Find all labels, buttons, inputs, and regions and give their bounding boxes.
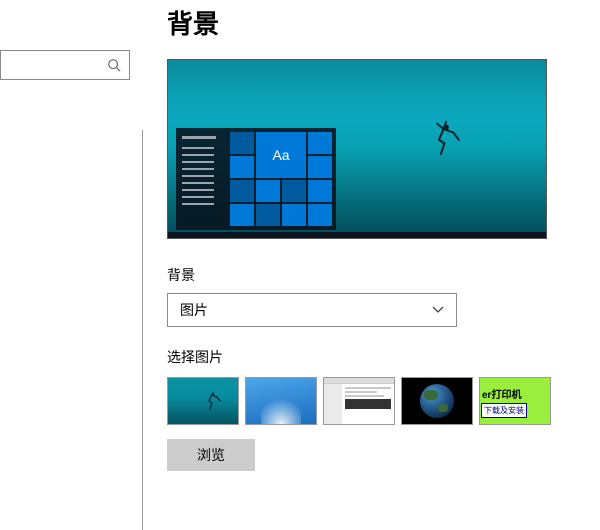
thumbnail-text-1: er打印机 (482, 386, 548, 401)
settings-sidebar (0, 0, 142, 517)
thumbnail-earth[interactable] (401, 377, 473, 425)
page-title: 背景 (167, 4, 576, 41)
search-icon (107, 58, 121, 72)
search-input[interactable] (0, 50, 130, 80)
thumbnail-document[interactable] (323, 377, 395, 425)
desktop-preview: Aa (167, 59, 547, 239)
swimmer-icon (204, 390, 224, 410)
background-label: 背景 (167, 265, 576, 285)
thumbnail-text-2: 下载及安装 (482, 404, 526, 417)
browse-button[interactable]: 浏览 (167, 439, 255, 471)
thumbnail-printer-ad[interactable]: er打印机 下载及安装 (479, 377, 551, 425)
swimmer-icon (430, 120, 466, 156)
start-preview: Aa (176, 128, 336, 230)
background-type-dropdown[interactable]: 图片 (167, 293, 457, 327)
tile-aa: Aa (256, 132, 306, 178)
chevron-down-icon (432, 306, 444, 314)
choose-picture-label: 选择图片 (167, 347, 576, 367)
earth-icon (420, 384, 454, 418)
dropdown-value: 图片 (180, 300, 208, 320)
picture-thumbnails: er打印机 下载及安装 (167, 377, 576, 425)
main-content: 背景 Aa (143, 0, 600, 517)
thumbnail-underwater[interactable] (167, 377, 239, 425)
thumbnail-windows-light[interactable] (245, 377, 317, 425)
taskbar-preview (168, 232, 546, 238)
